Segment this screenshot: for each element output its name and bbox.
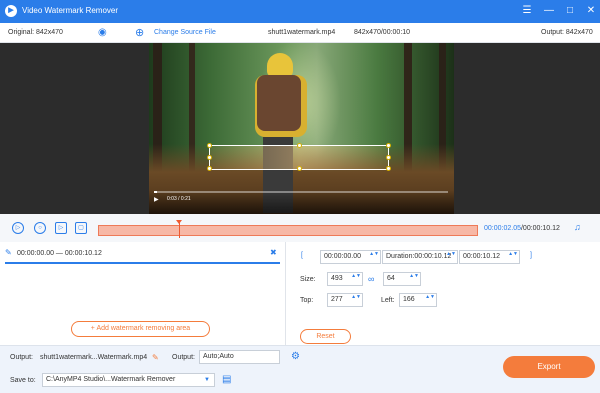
close-button[interactable]: ✕ [584, 4, 598, 18]
spinner-icon[interactable]: ▲▼ [508, 251, 518, 257]
spinner-icon[interactable]: ▲▼ [425, 294, 435, 300]
duration-field[interactable]: Duration:00:00:10.12 ▲▼ [382, 250, 458, 264]
top-input[interactable]: 277 ▲▼ [327, 293, 363, 307]
resize-handle[interactable] [386, 166, 391, 171]
window-title: Video Watermark Remover [22, 6, 119, 15]
maximize-button[interactable]: □ [563, 4, 577, 18]
total-time: /00:00:10.12 [520, 225, 560, 232]
width-input[interactable]: 493 ▲▼ [327, 272, 363, 286]
stop-button[interactable]: ○ [34, 222, 46, 234]
minimize-button[interactable]: — [542, 4, 556, 18]
delete-icon[interactable]: ✖ [270, 248, 277, 257]
start-time-field[interactable]: 00:00:00.00 ▲▼ [320, 250, 381, 264]
volume-icon[interactable]: ♫ [574, 222, 581, 232]
spinner-icon[interactable]: ▲▼ [369, 251, 379, 257]
left-input[interactable]: 166 ▲▼ [399, 293, 437, 307]
resize-handle[interactable] [207, 143, 212, 148]
output-label: Output: [10, 354, 33, 361]
segment-item[interactable]: ✎ 00:00:00.00 — 00:00:10.12 ✖ [5, 246, 280, 264]
resize-handle[interactable] [386, 155, 391, 160]
playhead-marker-icon[interactable] [176, 220, 182, 224]
reset-button[interactable]: Reset [300, 329, 351, 344]
video-time: 0:03 / 0:21 [167, 196, 191, 202]
folder-icon[interactable]: ▤ [222, 374, 231, 385]
brush-icon: ✎ [5, 248, 12, 257]
next-frame-button[interactable]: ▷ [55, 222, 67, 234]
video-play-icon[interactable]: ▶ [154, 196, 159, 203]
current-time: 00:00:02.05 [484, 225, 521, 232]
resize-handle[interactable] [386, 143, 391, 148]
chevron-down-icon[interactable]: ▼ [204, 374, 210, 386]
source-file-info: 842x470/00:00:10 [354, 29, 411, 36]
video-controls: ▶ 0:03 / 0:21 [149, 190, 454, 214]
link-ratio-icon[interactable]: ∞ [368, 274, 374, 284]
watermark-selection-box[interactable] [207, 143, 391, 171]
timeline-track[interactable] [98, 220, 478, 238]
play-button[interactable]: ▷ [12, 222, 24, 234]
save-to-label: Save to: [10, 377, 36, 384]
preview-toggle-icon[interactable]: ◉ [98, 27, 107, 38]
plus-icon[interactable]: ⊕ [135, 26, 144, 39]
source-filename: shutt1watermark.mp4 [268, 29, 336, 36]
output-resolution: Output: 842x470 [541, 29, 593, 36]
spinner-icon[interactable]: ▲▼ [351, 294, 361, 300]
resize-handle[interactable] [207, 155, 212, 160]
add-area-label: Add watermark removing area [96, 325, 191, 332]
export-button[interactable]: Export [503, 356, 595, 378]
original-resolution: Original: 842x470 [8, 29, 63, 36]
resize-handle[interactable] [297, 143, 302, 148]
format-label: Output: [172, 354, 195, 361]
title-bar: ▶ Video Watermark Remover ☰ — □ ✕ [0, 0, 600, 23]
edit-filename-icon[interactable]: ✎ [152, 353, 159, 362]
segment-range: 00:00:00.00 — 00:00:10.12 [17, 250, 102, 257]
plus-icon: + [90, 325, 95, 332]
bracket-open-icon[interactable]: [ [301, 252, 303, 259]
spinner-icon[interactable]: ▲▼ [409, 273, 419, 279]
settings-gear-icon[interactable]: ⚙ [291, 351, 300, 362]
video-preview[interactable] [149, 43, 454, 214]
save-path-field[interactable]: C:\AnyMP4 Studio\...Watermark Remover ▼ [42, 373, 215, 387]
add-watermark-area-button[interactable]: + Add watermark removing area [71, 321, 210, 337]
hiker-figure [249, 53, 309, 213]
video-progress-fill [154, 191, 157, 193]
size-label: Size: [300, 276, 316, 283]
video-progress-track[interactable] [154, 191, 448, 193]
app-logo-icon: ▶ [5, 5, 17, 17]
output-filename: shutt1watermark...Watermark.mp4 [40, 354, 148, 361]
format-field[interactable]: Auto;Auto [199, 350, 280, 364]
resize-handle[interactable] [297, 166, 302, 171]
top-label: Top: [300, 297, 314, 304]
loop-button[interactable]: ▢ [75, 222, 87, 234]
backpack [257, 75, 301, 131]
height-input[interactable]: 64 ▲▼ [383, 272, 421, 286]
end-time-field[interactable]: 00:00:10.12 ▲▼ [459, 250, 520, 264]
change-source-button[interactable]: Change Source File [154, 29, 216, 36]
preview-stage: ▶ 0:03 / 0:21 [0, 43, 600, 214]
resize-handle[interactable] [207, 166, 212, 171]
spinner-icon[interactable]: ▲▼ [446, 251, 456, 257]
left-label: Left: [381, 297, 395, 304]
spinner-icon[interactable]: ▲▼ [351, 273, 361, 279]
bracket-close-icon[interactable]: ] [530, 252, 532, 259]
info-bar: Original: 842x470 ◉ ⊕ Change Source File… [0, 23, 600, 43]
current-time-display: 00:00:02.05/00:00:10.12 [484, 225, 560, 232]
menu-icon[interactable]: ☰ [520, 4, 534, 18]
